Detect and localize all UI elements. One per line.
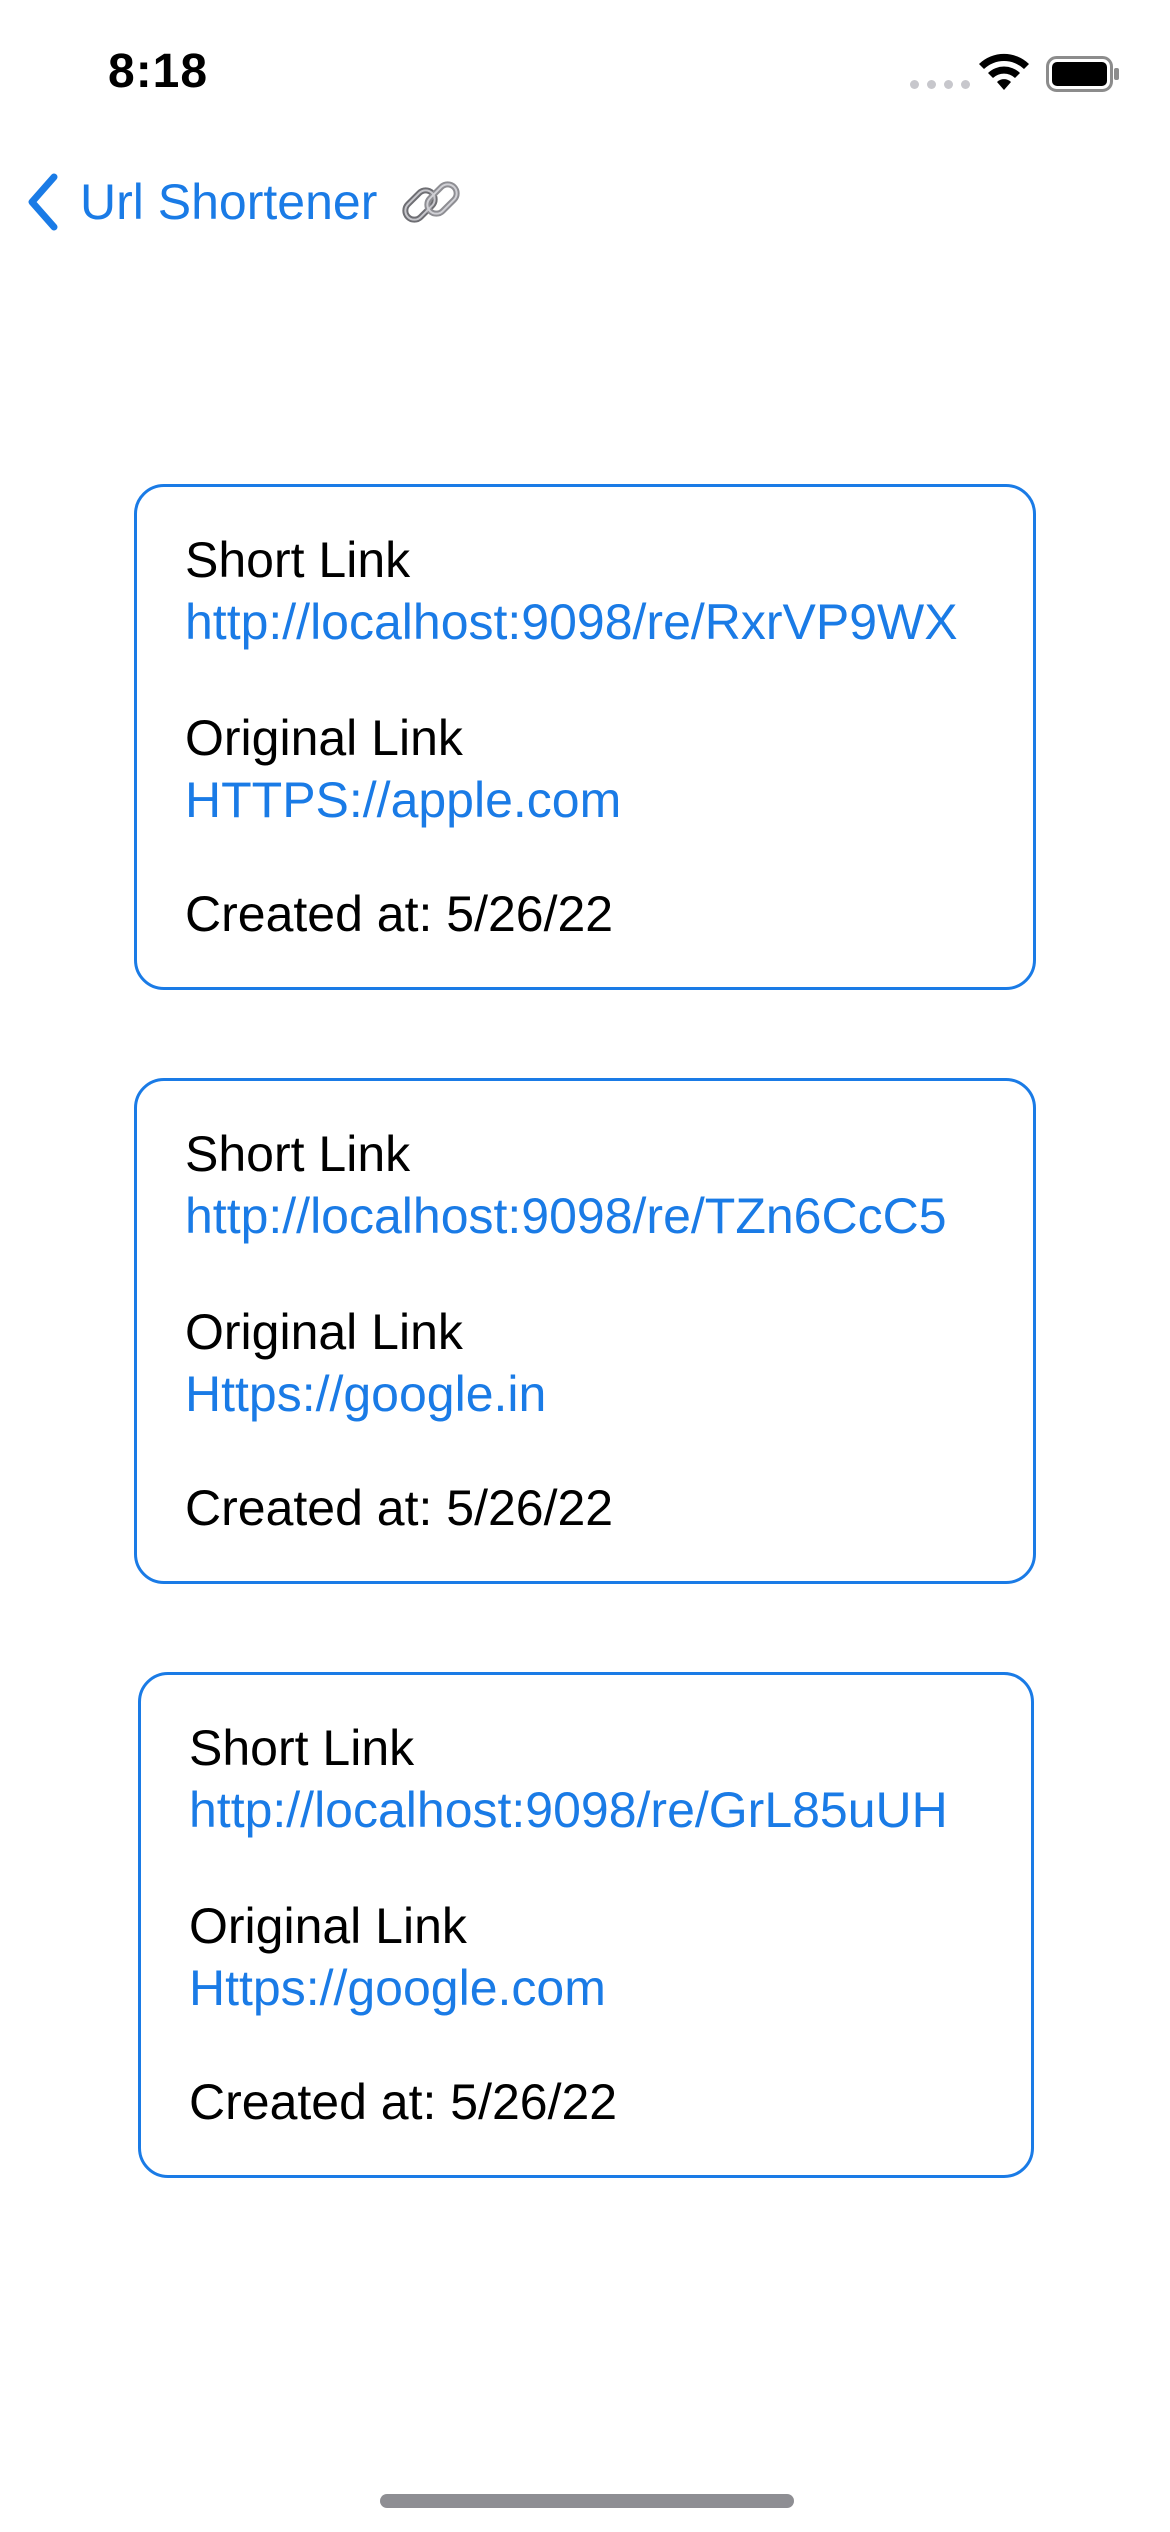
link-icon (402, 181, 461, 223)
short-link-url[interactable]: http://localhost:9098/re/RxrVP9WX (185, 593, 958, 651)
created-at-text: Created at: 5/26/22 (189, 2074, 618, 2130)
battery-icon (1046, 56, 1119, 92)
original-link-label: Original Link (185, 710, 463, 766)
cellular-signal-icon (910, 80, 970, 89)
wifi-icon (979, 53, 1029, 90)
link-card: Short Link http://localhost:9098/re/GrL8… (138, 1672, 1034, 2178)
short-link-url[interactable]: http://localhost:9098/re/GrL85uUH (189, 1781, 948, 1839)
back-button[interactable]: Url Shortener (24, 170, 463, 234)
short-link-label: Short Link (189, 1720, 415, 1776)
original-link-url[interactable]: Https://google.in (185, 1365, 546, 1423)
short-link-label: Short Link (185, 532, 411, 588)
created-at-text: Created at: 5/26/22 (185, 886, 614, 942)
chevron-left-icon (28, 173, 58, 231)
nav-back-title: Url Shortener (80, 174, 378, 230)
original-link-url[interactable]: Https://google.com (189, 1959, 606, 2017)
created-at-text: Created at: 5/26/22 (185, 1480, 614, 1536)
status-bar: 8:18 (0, 0, 1170, 150)
link-card: Short Link http://localhost:9098/re/RxrV… (134, 484, 1036, 990)
original-link-label: Original Link (189, 1898, 467, 1954)
status-time: 8:18 (108, 45, 209, 98)
link-card: Short Link http://localhost:9098/re/TZn6… (134, 1078, 1036, 1584)
short-link-label: Short Link (185, 1126, 411, 1182)
original-link-label: Original Link (185, 1304, 463, 1360)
original-link-url[interactable]: HTTPS://apple.com (185, 771, 621, 829)
home-indicator[interactable] (380, 2494, 794, 2508)
short-link-url[interactable]: http://localhost:9098/re/TZn6CcC5 (185, 1187, 947, 1245)
